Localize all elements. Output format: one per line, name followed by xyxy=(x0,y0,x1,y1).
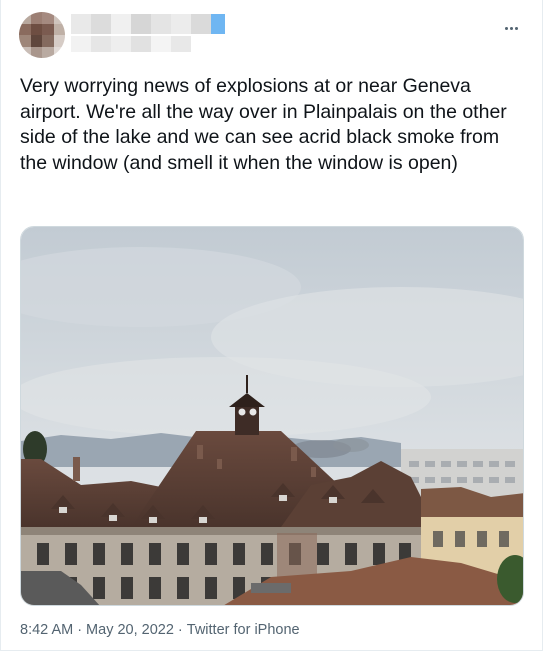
tweet-date[interactable]: May 20, 2022 xyxy=(86,622,174,638)
verified-badge-redacted xyxy=(211,14,225,34)
tweet-header xyxy=(19,10,529,58)
tweet-metadata: 8:42 AM · May 20, 2022 · Twitter for iPhone xyxy=(20,622,300,638)
tweet-text: Very worrying news of explosions at or n… xyxy=(20,75,507,174)
tweet-photo[interactable] xyxy=(20,226,524,606)
photo-geneva-rooftops xyxy=(21,227,523,605)
tweet-card[interactable]: Very worrying news of explosions at or n… xyxy=(0,0,543,651)
more-horizontal-icon[interactable] xyxy=(499,16,523,40)
separator: · xyxy=(77,622,83,638)
tweet-source[interactable]: Twitter for iPhone xyxy=(187,622,300,638)
dot xyxy=(514,26,518,30)
display-name-redacted[interactable] xyxy=(71,14,211,34)
avatar[interactable] xyxy=(19,12,65,58)
dot xyxy=(509,26,513,30)
tweet-time[interactable]: 8:42 AM xyxy=(20,622,73,638)
separator: · xyxy=(177,622,183,638)
dot xyxy=(504,26,508,30)
username-redacted[interactable] xyxy=(71,36,191,52)
